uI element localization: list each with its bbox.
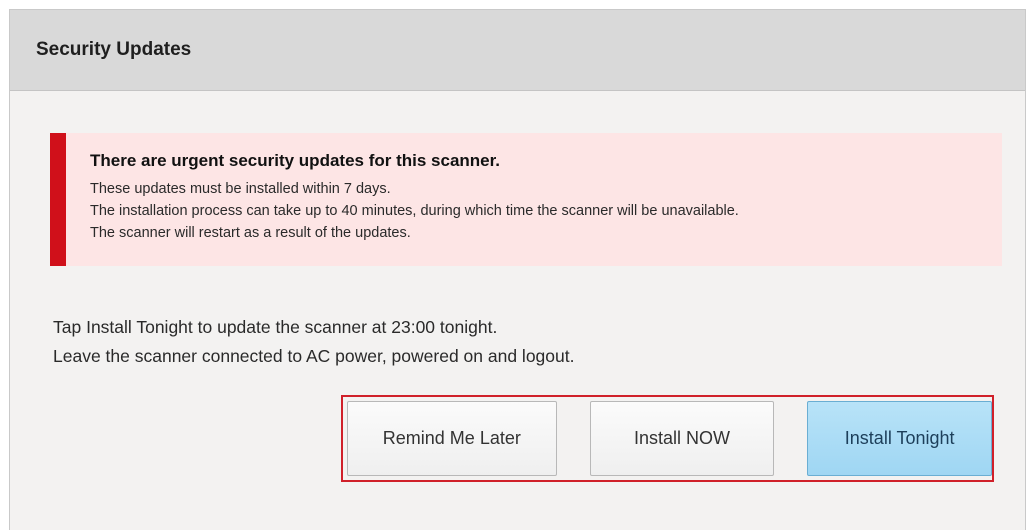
alert-title: There are urgent security updates for th… xyxy=(90,151,501,170)
install-tonight-button[interactable]: Install Tonight xyxy=(807,401,993,476)
remind-me-later-button[interactable]: Remind Me Later xyxy=(347,401,557,476)
urgent-alert-banner: There are urgent security updates for th… xyxy=(50,133,1002,266)
instruction-line-power: Leave the scanner connected to AC power,… xyxy=(53,346,575,366)
instruction-line-schedule: Tap Install Tonight to update the scanne… xyxy=(53,317,498,337)
dialog-header: Security Updates xyxy=(10,10,1025,91)
alert-line-restart: The scanner will restart as a result of … xyxy=(90,225,411,241)
install-instructions: Tap Install Tonight to update the scanne… xyxy=(53,313,574,371)
alert-line-deadline: These updates must be installed within 7… xyxy=(90,181,391,197)
install-now-button[interactable]: Install NOW xyxy=(589,401,775,476)
alert-line-duration: The installation process can take up to … xyxy=(90,203,739,219)
dialog-title: Security Updates xyxy=(36,39,192,60)
action-button-group: Remind Me Later Install NOW Install Toni… xyxy=(341,395,994,482)
